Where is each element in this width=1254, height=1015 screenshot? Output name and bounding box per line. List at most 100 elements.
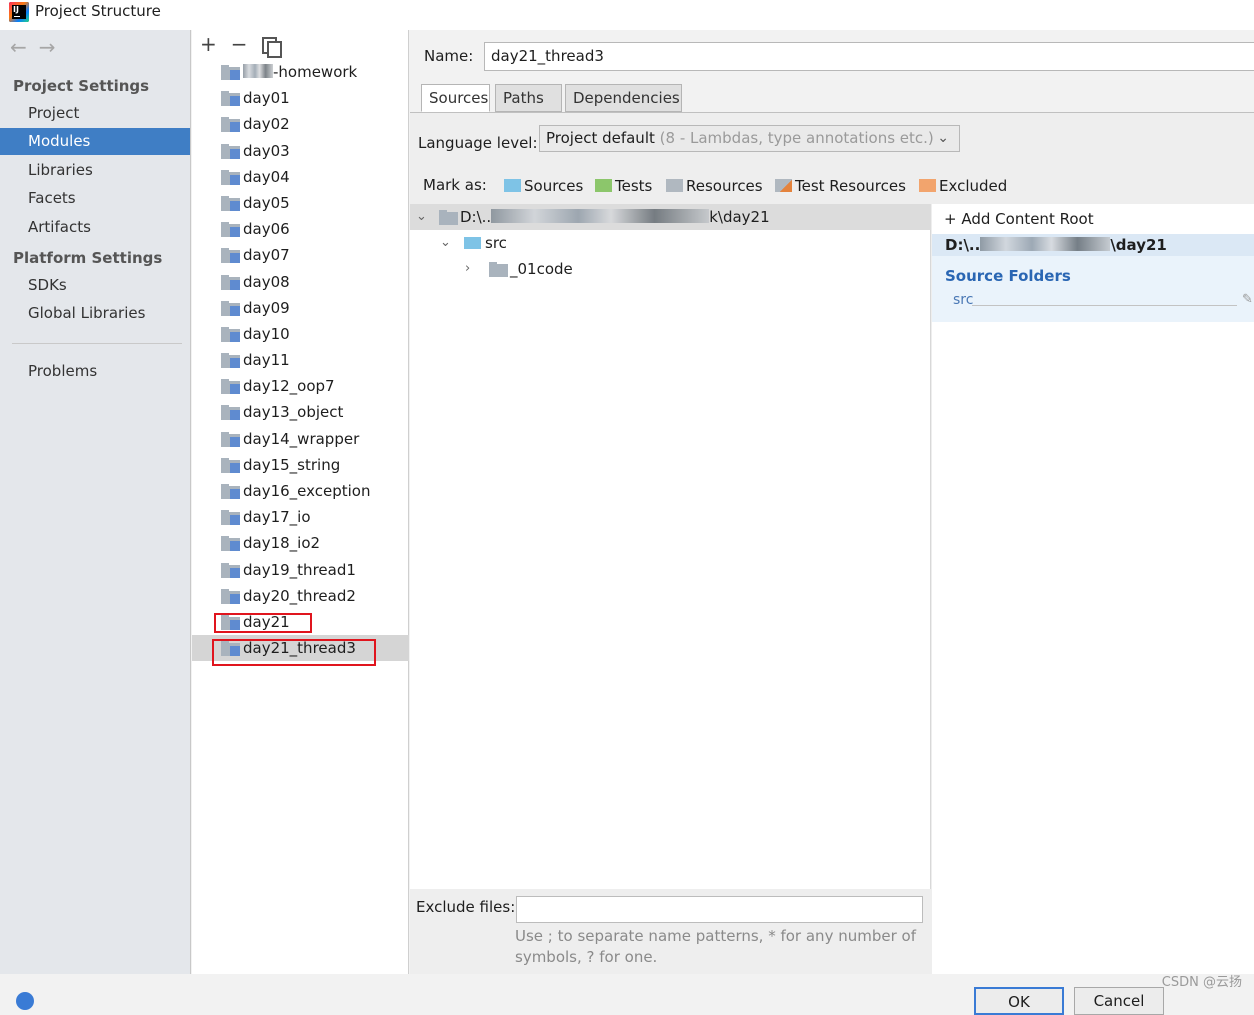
module-item-label: day19_thread1 (243, 560, 356, 579)
history-nav: ← → (10, 35, 68, 59)
nav-item-facets[interactable]: Facets (0, 185, 190, 212)
content-root-block: D:\.. \day21 Source Folders src ✎ (932, 234, 1254, 322)
settings-nav: ← → Project Settings Project Modules Libr… (0, 30, 191, 974)
mark-excluded-button[interactable]: Excluded (919, 177, 1007, 197)
tab-paths[interactable]: Paths (495, 84, 562, 112)
back-arrow-icon[interactable]: ← (10, 35, 27, 59)
tree-row-root[interactable]: ⌄ D:\.. k\day21 (410, 204, 931, 230)
language-level-hint: (8 - Lambdas, type annotations etc.) (659, 129, 934, 147)
nav-item-libraries[interactable]: Libraries (0, 157, 190, 184)
module-folder-icon (221, 65, 240, 80)
nav-item-global-libraries[interactable]: Global Libraries (0, 300, 190, 327)
content-root-path[interactable]: D:\.. \day21 (932, 234, 1254, 256)
mark-test-resources-button[interactable]: Test Resources (775, 177, 906, 197)
help-icon[interactable] (16, 992, 34, 1010)
chevron-down-icon[interactable]: ⌄ (440, 230, 451, 256)
nav-item-modules[interactable]: Modules (0, 128, 190, 155)
source-folder-item[interactable]: src (953, 292, 973, 308)
chevron-down-icon[interactable]: ⌄ (416, 204, 427, 230)
project-settings-heading: Project Settings (13, 77, 150, 95)
test-resources-folder-icon (775, 179, 792, 192)
module-item[interactable]: day07 (192, 242, 409, 268)
module-folder-icon (221, 353, 240, 369)
ok-button[interactable]: OK (974, 987, 1064, 1015)
module-item[interactable]: day01 (192, 85, 409, 111)
module-item[interactable]: day03 (192, 138, 409, 164)
tree-row-01code[interactable]: › _01code (410, 256, 931, 282)
module-name-input[interactable]: day21_thread3 (484, 42, 1254, 71)
module-item-label: day06 (243, 220, 290, 239)
exclude-files-input[interactable] (516, 896, 923, 923)
module-item-label: day13_object (243, 403, 344, 422)
module-item[interactable]: day13_object (192, 399, 409, 425)
module-item[interactable]: day02 (192, 111, 409, 137)
module-item[interactable]: -homework (192, 59, 409, 85)
module-folder-icon (221, 143, 240, 159)
module-item-label: day17_io (243, 508, 311, 527)
content-tree: ⌄ D:\.. k\day21 ⌄ src › _01code (410, 204, 931, 889)
nav-item-artifacts[interactable]: Artifacts (0, 214, 190, 241)
module-item[interactable]: day05 (192, 190, 409, 216)
folder-icon (439, 210, 458, 225)
nav-item-problems[interactable]: Problems (0, 358, 190, 385)
chevron-down-icon: ⌄ (937, 130, 949, 146)
module-item-label: day07 (243, 246, 290, 265)
module-item[interactable]: day20_thread2 (192, 583, 409, 609)
add-content-root-button[interactable]: + Add Content Root (944, 210, 1094, 228)
module-item[interactable]: day06 (192, 216, 409, 242)
module-item-label: day14_wrapper (243, 429, 360, 448)
mark-sources-label: Sources (524, 177, 584, 195)
edit-pencil-icon[interactable]: ✎ (1242, 292, 1253, 307)
module-item-label: day12_oop7 (243, 377, 335, 396)
language-level-dropdown[interactable]: Project default (8 - Lambdas, type annot… (539, 125, 960, 152)
tree-01code-label: _01code (510, 260, 573, 278)
nav-item-project[interactable]: Project (0, 100, 190, 127)
mark-test-resources-label: Test Resources (795, 177, 906, 195)
module-folder-icon (221, 457, 240, 473)
tab-sources[interactable]: Sources (421, 84, 490, 112)
tree-row-src[interactable]: ⌄ src (410, 230, 931, 256)
add-content-root-label: Add Content Root (961, 210, 1094, 228)
module-folder-icon (221, 300, 240, 316)
module-item-label: day11 (243, 351, 290, 370)
module-folder-icon (221, 248, 240, 264)
module-item[interactable]: day04 (192, 164, 409, 190)
forward-arrow-icon[interactable]: → (39, 35, 56, 59)
title-bar: IJ Project Structure (0, 0, 1254, 30)
tab-dependencies[interactable]: Dependencies (565, 84, 682, 112)
module-folder-icon (221, 431, 240, 447)
mark-tests-label: Tests (615, 177, 653, 195)
module-item[interactable]: day08 (192, 269, 409, 295)
mark-resources-button[interactable]: Resources (666, 177, 763, 197)
nav-divider (12, 343, 182, 344)
module-folder-icon (221, 536, 240, 552)
module-item[interactable]: day09 (192, 295, 409, 321)
cancel-button[interactable]: Cancel (1074, 987, 1164, 1015)
mark-tests-button[interactable]: Tests (595, 177, 652, 197)
module-item[interactable]: day18_io2 (192, 530, 409, 556)
add-icon[interactable]: + (200, 32, 217, 56)
module-item[interactable]: day19_thread1 (192, 557, 409, 583)
module-item[interactable]: day10 (192, 321, 409, 347)
resources-folder-icon (666, 179, 683, 192)
csdn-watermark: CSDN @云扬 (1161, 975, 1242, 990)
mark-sources-button[interactable]: Sources (504, 177, 583, 197)
module-item[interactable]: day16_exception (192, 478, 409, 504)
module-item[interactable]: day17_io (192, 504, 409, 530)
copy-icon[interactable] (261, 37, 282, 58)
exclude-files-label: Exclude files: (416, 898, 516, 916)
language-level-label: Language level: (418, 134, 538, 152)
module-item[interactable]: day11 (192, 347, 409, 373)
tree-src-label: src (485, 234, 507, 252)
chevron-right-icon[interactable]: › (465, 256, 470, 282)
module-item[interactable]: day12_oop7 (192, 373, 409, 399)
exclude-files-hint: Use ; to separate name patterns, * for a… (515, 927, 916, 966)
remove-icon[interactable]: − (231, 32, 248, 56)
module-item[interactable]: day14_wrapper (192, 426, 409, 452)
mark-excluded-label: Excluded (939, 177, 1008, 195)
module-folder-icon (221, 195, 240, 211)
module-item[interactable]: day15_string (192, 452, 409, 478)
module-item-label: day16_exception (243, 482, 371, 500)
nav-item-sdks[interactable]: SDKs (0, 272, 190, 299)
language-level-value: Project default (546, 129, 655, 147)
